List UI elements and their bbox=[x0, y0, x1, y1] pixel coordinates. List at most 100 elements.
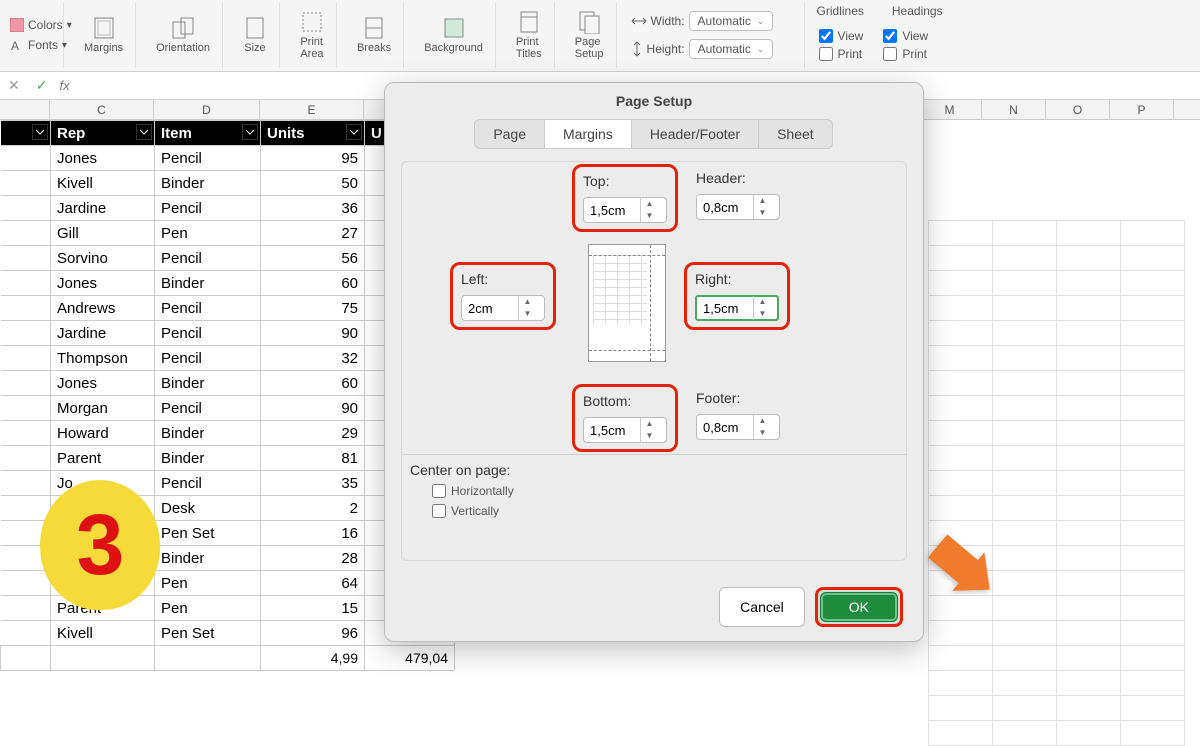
cell-item[interactable]: Binder bbox=[155, 546, 261, 571]
cell-item[interactable]: Desk bbox=[155, 496, 261, 521]
cell-rep[interactable]: Kivell bbox=[51, 171, 155, 196]
cell-item[interactable]: Pencil bbox=[155, 146, 261, 171]
header-input[interactable] bbox=[697, 200, 753, 215]
cell-units[interactable]: 96 bbox=[261, 621, 365, 646]
cell-units[interactable]: 60 bbox=[261, 371, 365, 396]
cell-units[interactable]: 81 bbox=[261, 446, 365, 471]
cell-rep[interactable]: Jones bbox=[51, 271, 155, 296]
orientation-button[interactable]: Orientation bbox=[150, 14, 216, 56]
cell-rep[interactable]: Morgan bbox=[51, 396, 155, 421]
cell-item[interactable]: Pencil bbox=[155, 246, 261, 271]
colors-menu[interactable]: Colors ▾ bbox=[10, 18, 72, 32]
cancel-formula-icon[interactable]: ✕ bbox=[4, 77, 24, 94]
cell-rep[interactable]: Kivell bbox=[51, 621, 155, 646]
cell-item[interactable]: Pencil bbox=[155, 471, 261, 496]
cell-item[interactable]: Pen bbox=[155, 596, 261, 621]
cell-units[interactable]: 56 bbox=[261, 246, 365, 271]
cell-item[interactable]: Pen bbox=[155, 221, 261, 246]
breaks-button[interactable]: Breaks bbox=[351, 14, 397, 56]
cell-units[interactable]: 15 bbox=[261, 596, 365, 621]
cell-units[interactable]: 90 bbox=[261, 396, 365, 421]
tab-page[interactable]: Page bbox=[474, 119, 545, 149]
top-input[interactable] bbox=[584, 203, 640, 218]
cell-item[interactable]: Pencil bbox=[155, 346, 261, 371]
col-header-p[interactable]: P bbox=[1110, 100, 1174, 119]
background-button[interactable]: Background bbox=[418, 14, 489, 56]
headings-view-checkbox[interactable] bbox=[883, 29, 897, 43]
fx-label[interactable]: fx bbox=[59, 78, 69, 93]
horizontally-checkbox[interactable] bbox=[432, 484, 446, 498]
cell-rep[interactable]: Gill bbox=[51, 221, 155, 246]
cell-units[interactable]: 64 bbox=[261, 571, 365, 596]
cell-units[interactable]: 75 bbox=[261, 296, 365, 321]
spin-up-icon[interactable]: ▲ bbox=[641, 198, 658, 210]
vertically-checkbox[interactable] bbox=[432, 504, 446, 518]
spin-up-icon[interactable]: ▲ bbox=[519, 296, 536, 308]
col-header-blank[interactable] bbox=[0, 100, 50, 119]
cell-value[interactable]: 479,04 bbox=[365, 646, 455, 671]
cell-units[interactable]: 28 bbox=[261, 546, 365, 571]
cell-units[interactable]: 29 bbox=[261, 421, 365, 446]
cell-item[interactable]: Pencil bbox=[155, 296, 261, 321]
spin-down-icon[interactable]: ▼ bbox=[754, 308, 771, 320]
spin-down-icon[interactable]: ▼ bbox=[641, 210, 658, 222]
cell-item[interactable]: Binder bbox=[155, 371, 261, 396]
spin-down-icon[interactable]: ▼ bbox=[754, 207, 771, 219]
cancel-button[interactable]: Cancel bbox=[719, 587, 805, 627]
cell-rep[interactable]: Parent bbox=[51, 446, 155, 471]
col-header-c[interactable]: C bbox=[50, 100, 154, 119]
margins-button[interactable]: Margins bbox=[78, 14, 129, 56]
cell-item[interactable]: Pen bbox=[155, 571, 261, 596]
cell-item[interactable]: Pen Set bbox=[155, 521, 261, 546]
footer-input[interactable] bbox=[697, 420, 753, 435]
table-row[interactable]: 4,99 479,04 bbox=[1, 646, 455, 671]
cell-units[interactable]: 60 bbox=[261, 271, 365, 296]
spin-down-icon[interactable]: ▼ bbox=[641, 430, 658, 442]
col-header-o[interactable]: O bbox=[1046, 100, 1110, 119]
cell-item[interactable]: Pencil bbox=[155, 396, 261, 421]
cell-rep[interactable]: Thompson bbox=[51, 346, 155, 371]
filter-button[interactable] bbox=[136, 124, 152, 140]
cell-value[interactable]: 4,99 bbox=[261, 646, 365, 671]
cell-rep[interactable]: Jardine bbox=[51, 321, 155, 346]
cell-rep[interactable]: Jones bbox=[51, 146, 155, 171]
col-header-d[interactable]: D bbox=[154, 100, 260, 119]
cell-rep[interactable]: Jardine bbox=[51, 196, 155, 221]
filter-button[interactable] bbox=[242, 124, 258, 140]
cell-rep[interactable]: Sorvino bbox=[51, 246, 155, 271]
fonts-menu[interactable]: A Fonts ▾ bbox=[10, 38, 67, 52]
cell-item[interactable]: Binder bbox=[155, 171, 261, 196]
cell-item[interactable]: Binder bbox=[155, 421, 261, 446]
left-input[interactable] bbox=[462, 301, 518, 316]
spin-down-icon[interactable]: ▼ bbox=[754, 427, 771, 439]
col-header-m[interactable]: M bbox=[918, 100, 982, 119]
cell-units[interactable]: 35 bbox=[261, 471, 365, 496]
cell-units[interactable]: 32 bbox=[261, 346, 365, 371]
gridlines-view-checkbox[interactable] bbox=[819, 29, 833, 43]
page-setup-button[interactable]: Page Setup bbox=[569, 8, 610, 62]
headings-print-checkbox[interactable] bbox=[883, 47, 897, 61]
col-header-n[interactable]: N bbox=[982, 100, 1046, 119]
empty-grid[interactable] bbox=[928, 220, 1185, 746]
spin-down-icon[interactable]: ▼ bbox=[519, 308, 536, 320]
cell-item[interactable]: Pen Set bbox=[155, 621, 261, 646]
tab-margins[interactable]: Margins bbox=[544, 119, 632, 149]
cell-rep[interactable]: Jones bbox=[51, 371, 155, 396]
spin-up-icon[interactable]: ▲ bbox=[754, 415, 771, 427]
width-dropdown[interactable]: Automatic⌄ bbox=[689, 11, 774, 31]
cell-units[interactable]: 2 bbox=[261, 496, 365, 521]
cell-item[interactable]: Pencil bbox=[155, 196, 261, 221]
print-titles-button[interactable]: Print Titles bbox=[510, 8, 548, 62]
cell-item[interactable]: Pencil bbox=[155, 321, 261, 346]
spin-up-icon[interactable]: ▲ bbox=[641, 418, 658, 430]
cell-units[interactable]: 16 bbox=[261, 521, 365, 546]
cell-units[interactable]: 50 bbox=[261, 171, 365, 196]
height-dropdown[interactable]: Automatic⌄ bbox=[689, 39, 774, 59]
filter-button[interactable] bbox=[32, 124, 48, 140]
cell-item[interactable]: Binder bbox=[155, 271, 261, 296]
cell-rep[interactable]: Howard bbox=[51, 421, 155, 446]
size-button[interactable]: Size bbox=[237, 14, 273, 56]
right-input[interactable] bbox=[697, 301, 753, 316]
spin-up-icon[interactable]: ▲ bbox=[754, 296, 771, 308]
gridlines-print-checkbox[interactable] bbox=[819, 47, 833, 61]
